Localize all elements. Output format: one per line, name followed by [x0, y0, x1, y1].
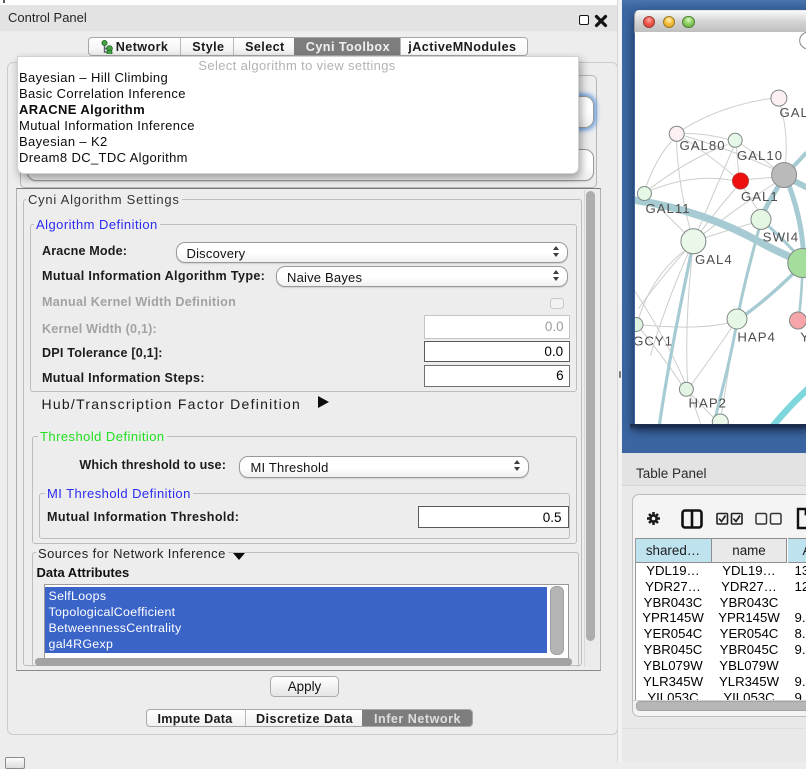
svg-text:HAP4: HAP4 [737, 329, 775, 344]
svg-text:GAL1: GAL1 [741, 189, 779, 204]
svg-text:GAL80: GAL80 [679, 138, 725, 153]
svg-text:GAL4: GAL4 [695, 252, 733, 267]
svg-text:GAL2: GAL2 [779, 104, 806, 119]
svg-text:GCY1: GCY1 [635, 333, 673, 348]
svg-text:SWI4: SWI4 [762, 229, 798, 244]
svg-text:YJL0: YJL0 [800, 329, 806, 344]
svg-text:GAL11: GAL11 [645, 200, 690, 215]
svg-text:HAP2: HAP2 [688, 395, 726, 410]
svg-text:GAL10: GAL10 [737, 148, 783, 163]
